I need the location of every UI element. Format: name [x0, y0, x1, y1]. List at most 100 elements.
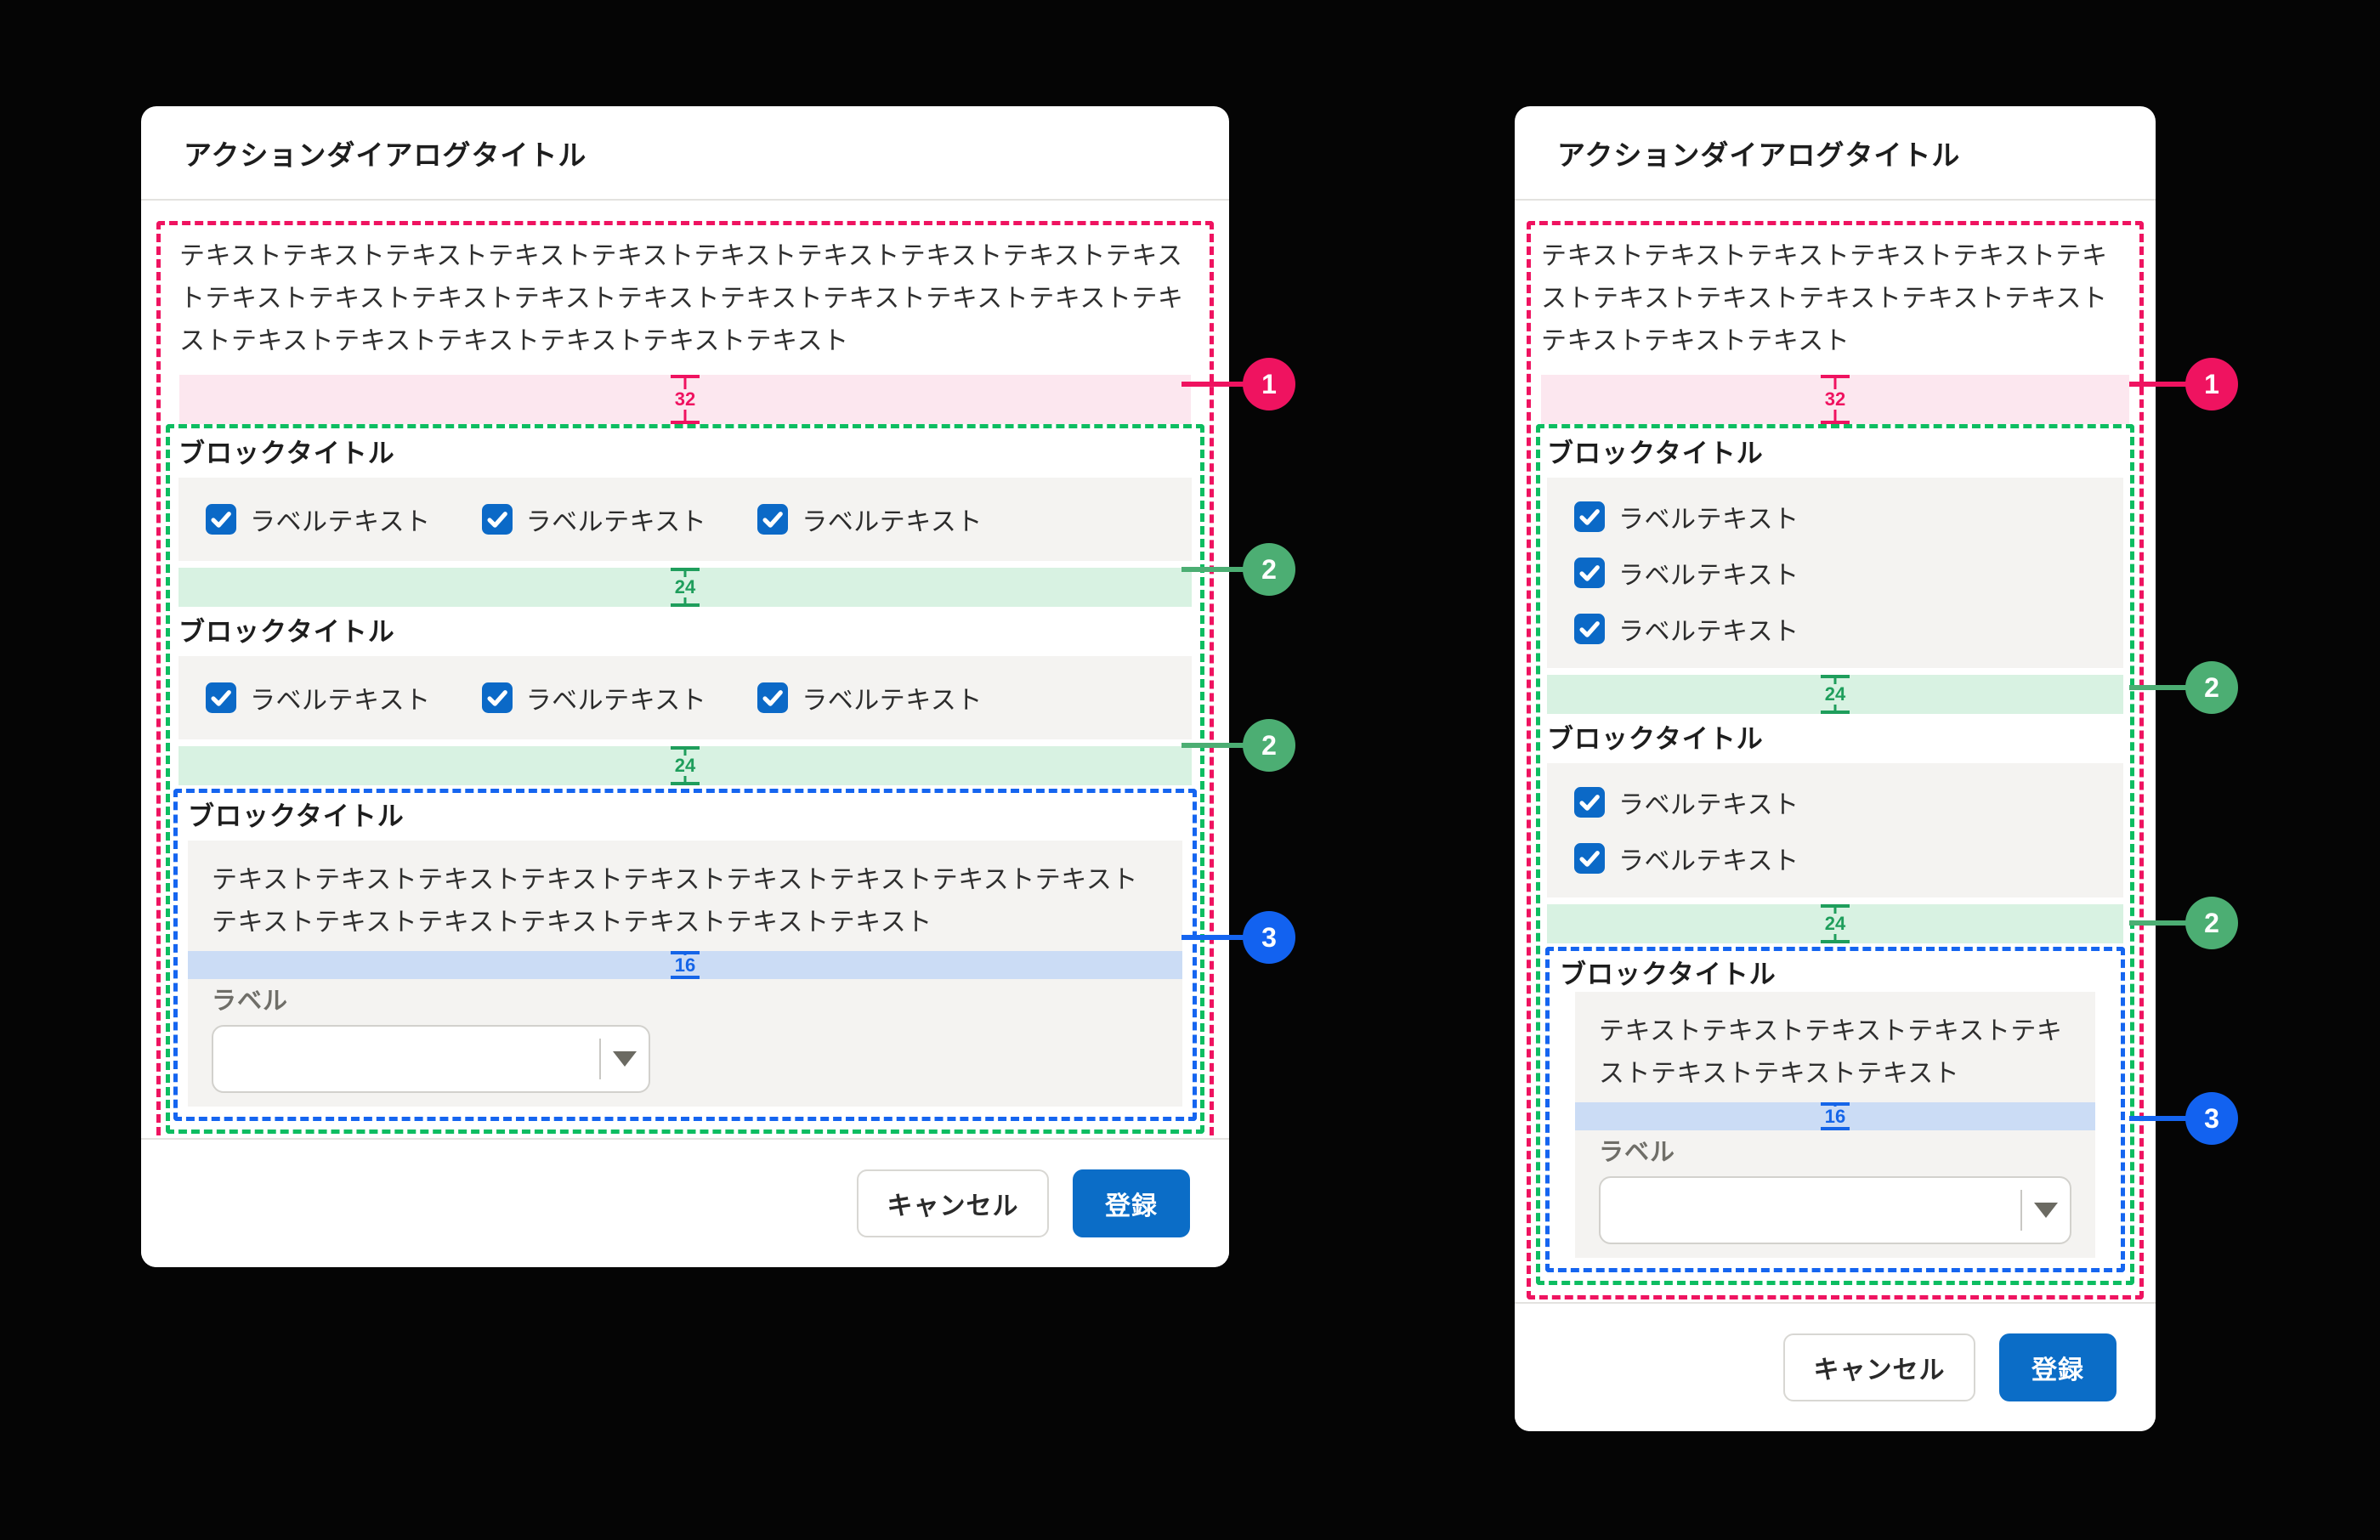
badge-1: 1 — [2185, 358, 2238, 410]
spacing-bar-24: 24 — [1547, 904, 2123, 943]
checkbox-group-1: ラベルテキスト ラベルテキスト ラベルテキスト — [178, 478, 1192, 561]
submit-button[interactable]: 登録 — [1999, 1333, 2116, 1401]
cancel-button[interactable]: キャンセル — [857, 1169, 1049, 1237]
ruler-cap-top — [1821, 904, 1850, 908]
badge-2: 2 — [2185, 661, 2238, 714]
checkbox-checked-icon[interactable] — [757, 504, 788, 535]
checkbox-group-1: ラベルテキスト ラベルテキスト ラベルテキスト — [1547, 478, 2123, 668]
badge-connector — [1182, 743, 1250, 748]
spacing-bar-16: 16 — [1575, 1102, 2095, 1130]
spacing-value-32: 32 — [1823, 389, 1847, 410]
form-panel: テキストテキストテキストテキストテキストテキストテキストテキスト 16 ラベル — [1575, 992, 2095, 1258]
action-dialog-desktop: アクションダイアログタイトル テキストテキストテキストテキストテキストテキストテ… — [141, 106, 1229, 1267]
spacing-value-24: 24 — [673, 756, 697, 776]
checkbox-item[interactable]: ラベルテキスト — [1574, 833, 2096, 884]
field-label: ラベル — [212, 986, 1159, 1016]
badge-connector — [2129, 920, 2194, 926]
checkbox-item[interactable]: ラベルテキスト — [206, 679, 431, 716]
badge-connector — [1182, 382, 1250, 387]
ruler-cap-bottom — [1821, 711, 1850, 714]
badge-3: 3 — [2185, 1092, 2238, 1145]
ruler-cap-bottom — [1821, 1127, 1850, 1130]
spacing-value-24: 24 — [673, 577, 697, 597]
checkbox-checked-icon[interactable] — [206, 504, 236, 535]
checkbox-item[interactable]: ラベルテキスト — [1574, 491, 2096, 542]
dialog-body-text: テキストテキストテキストテキストテキストテキストテキストテキストテキストテキスト… — [179, 235, 1191, 363]
spacing-value-32: 32 — [673, 389, 697, 410]
spacing-ruler-32: 32 — [668, 375, 702, 424]
spacing-value-24: 24 — [1823, 914, 1847, 934]
ruler-cap-bottom — [671, 603, 700, 607]
checkbox-label: ラベルテキスト — [1618, 784, 1799, 821]
badge-connector — [2129, 685, 2194, 690]
block-title-2: ブロックタイトル — [178, 615, 1192, 649]
select-input[interactable] — [1599, 1176, 2071, 1244]
select-input[interactable] — [212, 1025, 650, 1093]
spacing-ruler-16: 16 — [1818, 1102, 1852, 1130]
action-dialog-mobile: アクションダイアログタイトル テキストテキストテキストテキストテキストテキストテ… — [1515, 106, 2156, 1431]
annotation-box-inner-spacing: ブロックタイトル テキストテキストテキストテキストテキストテキストテキストテキス… — [173, 789, 1197, 1121]
badge-2: 2 — [1243, 719, 1295, 772]
dialog-header: アクションダイアログタイトル — [1515, 106, 2156, 201]
spacing-value-16: 16 — [1823, 1107, 1847, 1127]
checkbox-group-2: ラベルテキスト ラベルテキスト — [1547, 763, 2123, 897]
select-divider — [599, 1039, 601, 1079]
spacing-bar-16: 16 — [188, 951, 1182, 979]
ruler-cap-top — [671, 746, 700, 750]
ruler-cap-top — [671, 568, 700, 571]
checkbox-checked-icon[interactable] — [757, 682, 788, 713]
spacing-ruler-32: 32 — [1818, 375, 1852, 424]
checkbox-label: ラベルテキスト — [250, 501, 431, 538]
ruler-cap-bottom — [1821, 940, 1850, 943]
badge-3: 3 — [1243, 911, 1295, 964]
checkbox-label: ラベルテキスト — [1618, 498, 1799, 535]
checkbox-item[interactable]: ラベルテキスト — [1574, 603, 2096, 654]
checkbox-checked-icon[interactable] — [1574, 501, 1605, 532]
checkbox-item[interactable]: ラベルテキスト — [757, 501, 983, 538]
checkbox-checked-icon[interactable] — [1574, 843, 1605, 874]
cancel-button[interactable]: キャンセル — [1783, 1333, 1975, 1401]
checkbox-item[interactable]: ラベルテキスト — [482, 501, 707, 538]
block-title-2: ブロックタイトル — [1547, 722, 2123, 756]
submit-button[interactable]: 登録 — [1073, 1169, 1190, 1237]
dialog-footer: キャンセル 登録 — [1515, 1302, 2156, 1431]
badge-2: 2 — [1243, 543, 1295, 596]
block-title-3: ブロックタイトル — [188, 800, 1182, 834]
badge-connector — [1182, 567, 1250, 572]
checkbox-item[interactable]: ラベルテキスト — [482, 679, 707, 716]
checkbox-checked-icon[interactable] — [206, 682, 236, 713]
badge-1: 1 — [1243, 358, 1295, 410]
checkbox-item[interactable]: ラベルテキスト — [1574, 547, 2096, 598]
spacing-ruler-24: 24 — [668, 746, 702, 785]
chevron-down-icon[interactable] — [2034, 1203, 2058, 1218]
checkbox-item[interactable]: ラベルテキスト — [1574, 777, 2096, 828]
dialog-title: アクションダイアログタイトル — [1557, 133, 1960, 173]
checkbox-checked-icon[interactable] — [1574, 558, 1605, 588]
checkbox-label: ラベルテキスト — [1618, 610, 1799, 648]
dialog-body-text: テキストテキストテキストテキストテキストテキストテキストテキストテキストテキスト… — [1541, 235, 2129, 363]
checkbox-checked-icon[interactable] — [1574, 614, 1605, 644]
form-description-text: テキストテキストテキストテキストテキストテキストテキストテキストテキストテキスト… — [212, 859, 1159, 944]
dialog-title: アクションダイアログタイトル — [184, 133, 586, 173]
checkbox-checked-icon[interactable] — [1574, 787, 1605, 818]
annotation-box-dialog-padding: テキストテキストテキストテキストテキストテキストテキストテキストテキストテキスト… — [1527, 221, 2144, 1299]
annotation-box-block-spacing: ブロックタイトル ラベルテキスト ラベルテキスト ラベルテキスト — [166, 424, 1204, 1134]
checkbox-label: ラベルテキスト — [802, 679, 983, 716]
chevron-down-icon[interactable] — [613, 1051, 637, 1067]
checkbox-item[interactable]: ラベルテキスト — [757, 679, 983, 716]
checkbox-label: ラベルテキスト — [1618, 840, 1799, 877]
spacing-bar-32: 32 — [1541, 375, 2129, 424]
badge-connector — [2129, 1116, 2194, 1121]
ruler-cap-top — [1821, 675, 1850, 678]
ruler-cap-top — [671, 375, 700, 378]
checkbox-checked-icon[interactable] — [482, 682, 513, 713]
checkbox-item[interactable]: ラベルテキスト — [206, 501, 431, 538]
select-divider — [2020, 1190, 2022, 1231]
spacing-bar-24: 24 — [178, 746, 1192, 785]
checkbox-label: ラベルテキスト — [526, 501, 707, 538]
ruler-cap-bottom — [671, 782, 700, 785]
spacing-bar-24: 24 — [178, 568, 1192, 607]
checkbox-checked-icon[interactable] — [482, 504, 513, 535]
spacing-ruler-24: 24 — [1818, 675, 1852, 714]
checkbox-label: ラベルテキスト — [250, 679, 431, 716]
